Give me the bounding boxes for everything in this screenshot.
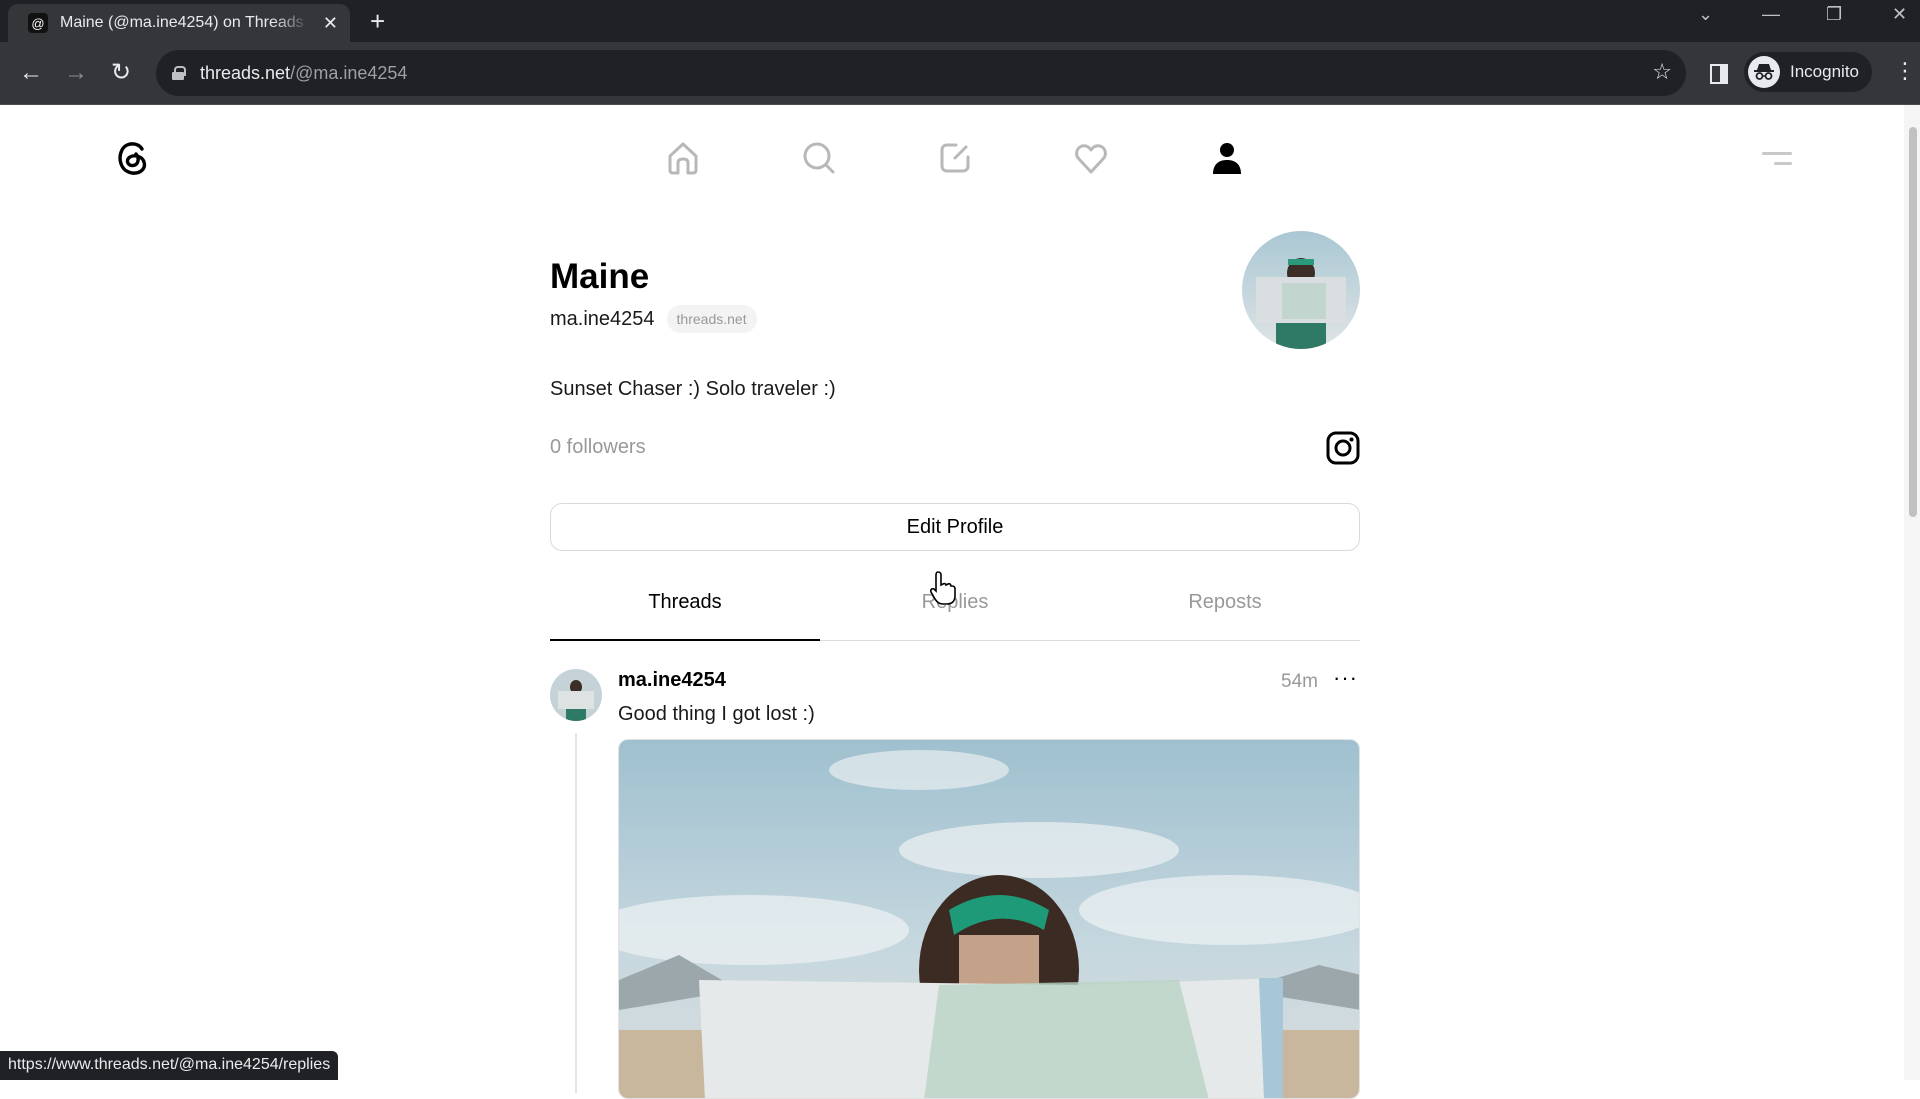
post-avatar-photo — [550, 669, 602, 721]
profile-avatar[interactable] — [1242, 231, 1360, 349]
forward-button[interactable]: → — [60, 57, 92, 89]
threads-page: Maine ma.ine4254 threads.net Sunset Chas… — [0, 105, 1920, 1099]
address-bar[interactable]: threads.net/@ma.ine4254 ☆ — [156, 50, 1686, 96]
browser-toolbar: ← → ↻ threads.net/@ma.ine4254 ☆ Incognit… — [0, 42, 1920, 105]
profile-bio: Sunset Chaser :) Solo traveler :) — [550, 378, 836, 400]
edit-profile-button[interactable]: Edit Profile — [550, 503, 1360, 551]
nav-search[interactable] — [794, 135, 844, 181]
incognito-profile-button[interactable]: Incognito — [1744, 52, 1872, 92]
incognito-icon — [1748, 56, 1780, 88]
nav-home[interactable] — [658, 135, 708, 181]
domain-badge[interactable]: threads.net — [666, 305, 757, 333]
browser-menu-icon[interactable]: ⋮ — [1894, 58, 1916, 84]
profile-handle: ma.ine4254 — [550, 307, 655, 330]
status-bar-url: https://www.threads.net/@ma.ine4254/repl… — [0, 1051, 339, 1080]
url-host: threads.net — [200, 62, 291, 83]
post-text: Good thing I got lost :) — [618, 703, 815, 725]
heart-icon — [1075, 144, 1107, 174]
incognito-label: Incognito — [1790, 62, 1859, 81]
home-icon — [668, 142, 698, 175]
post-image[interactable] — [618, 739, 1360, 1099]
post-username[interactable]: ma.ine4254 — [618, 669, 726, 692]
page-scrollbar[interactable] — [1904, 105, 1920, 1080]
compose-icon — [940, 143, 970, 173]
instagram-icon[interactable] — [1326, 431, 1360, 465]
search-icon — [803, 142, 835, 174]
followers-count[interactable]: 0 followers — [550, 436, 646, 459]
hand-pointer-cursor — [930, 571, 956, 605]
nav-create[interactable] — [930, 135, 980, 181]
browser-tab[interactable]: @ Maine (@ma.ine4254) on Threads ✕ — [8, 4, 350, 42]
thread-line — [575, 733, 577, 1093]
tab-threads[interactable]: Threads — [550, 565, 820, 641]
nav-profile[interactable] — [1202, 135, 1252, 181]
threads-favicon-icon: @ — [28, 13, 48, 33]
side-panel-icon[interactable] — [1710, 64, 1728, 84]
threads-top-nav — [0, 135, 1920, 181]
url-path: /@ma.ine4254 — [290, 62, 408, 83]
profile-display-name: Maine — [550, 257, 650, 296]
post-timestamp: 54m — [1281, 671, 1318, 692]
more-options-icon[interactable]: ··· — [1333, 665, 1358, 691]
back-button[interactable]: ← — [15, 57, 47, 89]
browser-tab-strip: @ Maine (@ma.ine4254) on Threads ✕ + ⌄ —… — [0, 0, 1920, 42]
nav-activity[interactable] — [1066, 135, 1116, 181]
avatar-photo — [1242, 231, 1360, 349]
tab-reposts[interactable]: Reposts — [1090, 565, 1360, 640]
bookmark-star-icon[interactable]: ☆ — [1652, 59, 1672, 85]
thread-post: ma.ine4254 54m ··· Good thing I got lost… — [550, 661, 1360, 1099]
tab-search-icon[interactable]: ⌄ — [1698, 4, 1713, 25]
lock-icon[interactable] — [172, 66, 186, 80]
reload-button[interactable]: ↻ — [105, 57, 137, 89]
user-icon — [1213, 143, 1241, 174]
post-photo — [619, 740, 1359, 1098]
hamburger-menu-icon[interactable] — [1758, 145, 1794, 169]
profile-handle-row: ma.ine4254 threads.net — [550, 305, 757, 333]
close-window-button[interactable]: ✕ — [1892, 4, 1907, 25]
scrollbar-thumb[interactable] — [1909, 127, 1917, 517]
post-author-avatar[interactable] — [550, 669, 602, 721]
tab-title: Maine (@ma.ine4254) on Threads — [60, 14, 304, 31]
tab-close-icon[interactable]: ✕ — [323, 13, 338, 34]
restore-button[interactable]: ❐ — [1826, 4, 1842, 25]
minimize-button[interactable]: — — [1762, 4, 1780, 25]
new-tab-button[interactable]: + — [370, 6, 385, 37]
